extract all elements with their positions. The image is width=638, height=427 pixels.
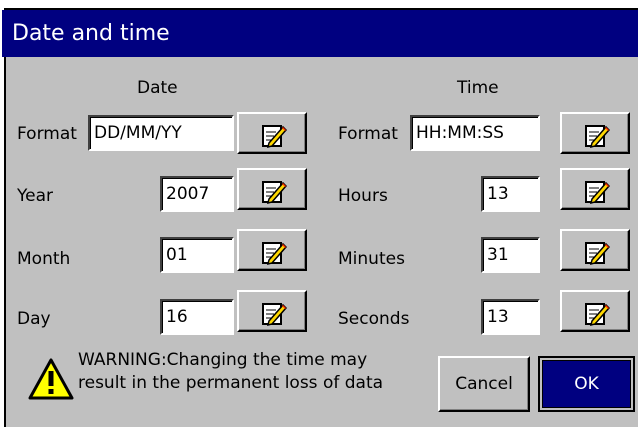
edit-icon	[585, 181, 610, 204]
edit-icon	[262, 125, 287, 148]
date-format-field[interactable]: DD/MM/YY	[88, 115, 234, 151]
time-format-field[interactable]: HH:MM:SS	[410, 115, 540, 151]
hours-label: Hours	[338, 186, 388, 206]
year-edit-button[interactable]	[237, 168, 307, 210]
month-label: Month	[17, 249, 71, 269]
day-label: Day	[17, 309, 51, 329]
edit-icon	[585, 242, 610, 265]
seconds-edit-button[interactable]	[560, 290, 630, 332]
date-format-label: Format	[17, 124, 77, 144]
seconds-field[interactable]: 13	[481, 299, 540, 335]
date-format-edit-button[interactable]	[237, 112, 307, 154]
year-field[interactable]: 2007	[160, 176, 234, 212]
hours-field[interactable]: 13	[481, 176, 540, 212]
minutes-field[interactable]: 31	[481, 237, 540, 273]
cancel-button[interactable]: Cancel	[438, 356, 530, 412]
edit-icon	[262, 181, 287, 204]
edit-icon	[585, 125, 610, 148]
minutes-edit-button[interactable]	[560, 229, 630, 271]
warning-icon	[28, 358, 74, 400]
day-edit-button[interactable]	[237, 290, 307, 332]
seconds-label: Seconds	[338, 309, 410, 329]
day-field[interactable]: 16	[160, 299, 234, 335]
time-format-label: Format	[338, 124, 398, 144]
warning-line-2: result in the permanent loss of data	[78, 373, 384, 393]
month-field[interactable]: 01	[160, 237, 234, 273]
month-edit-button[interactable]	[237, 229, 307, 271]
date-heading: Date	[137, 78, 178, 98]
edit-icon	[262, 303, 287, 326]
time-format-edit-button[interactable]	[560, 112, 630, 154]
title-text: Date and time	[12, 21, 170, 46]
hours-edit-button[interactable]	[560, 168, 630, 210]
ok-button[interactable]: OK	[538, 356, 635, 412]
time-heading: Time	[457, 78, 499, 98]
minutes-label: Minutes	[338, 249, 405, 269]
title-bar: Date and time	[2, 10, 638, 57]
warning-line-1: WARNING:Changing the time may	[78, 350, 368, 370]
edit-icon	[262, 242, 287, 265]
edit-icon	[585, 303, 610, 326]
year-label: Year	[17, 186, 53, 206]
